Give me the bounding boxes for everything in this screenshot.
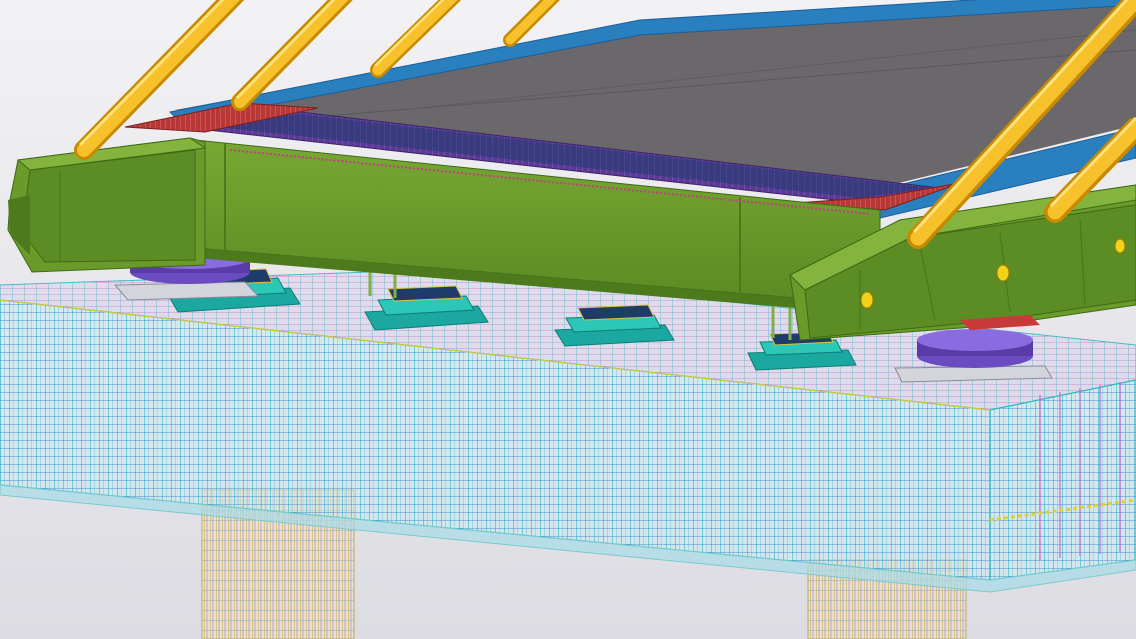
box-edge-girder-left[interactable]	[7, 137, 207, 273]
model-viewport[interactable]	[0, 0, 1136, 639]
pier-cap-end-face	[989, 379, 1136, 581]
model-3d-scene[interactable]	[0, 0, 1136, 639]
